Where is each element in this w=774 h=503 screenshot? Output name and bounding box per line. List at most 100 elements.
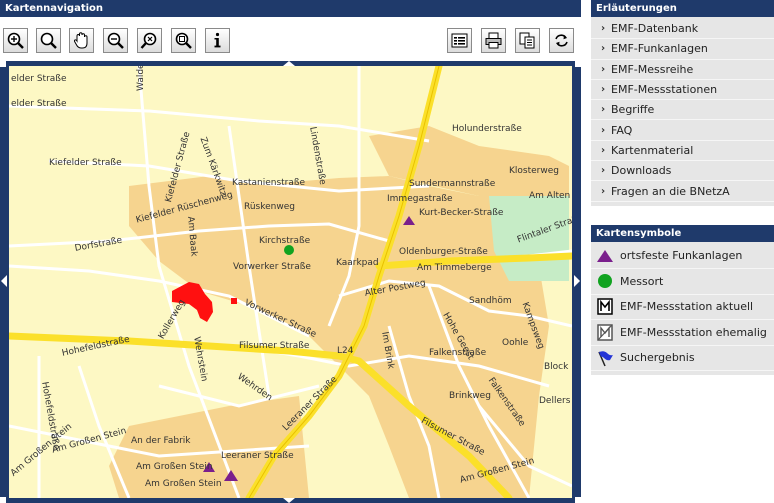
map-street-label: Am Großen Stein [145, 479, 222, 489]
nav-item-label: Kartenmaterial [611, 143, 694, 157]
chevron-right-icon: › [601, 144, 606, 156]
map-street-label: Brinkweg [449, 391, 491, 401]
nav-item-begriffe[interactable]: › Begriffe [591, 100, 774, 121]
legend-label: Suchergebnis [620, 351, 695, 365]
refresh-icon [555, 34, 568, 47]
pan-east-arrow[interactable] [574, 275, 580, 287]
legend-icon [451, 33, 468, 48]
map-street-label: Dellers [539, 396, 571, 406]
nav-item-fragen[interactable]: › Fragen an die BNetzA [591, 181, 774, 202]
map-street-label: Kaarkpad [336, 258, 379, 268]
copy-icon [519, 32, 535, 49]
legend-label: ortsfeste Funkanlagen [620, 249, 743, 263]
chevron-right-icon: › [601, 124, 606, 136]
pan-northwest-corner[interactable] [0, 61, 6, 67]
nav-item-emf-datenbank[interactable]: › EMF-Datenbank [591, 19, 774, 40]
map-street-label: Kirchstraße [259, 236, 311, 246]
nav-item-label: EMF-Datenbank [611, 22, 699, 36]
chevron-right-icon: › [601, 185, 606, 197]
pan-south-arrow[interactable] [283, 498, 295, 503]
map-navigation-panel: Kartennavigation elder Straße elder Stra… [0, 0, 581, 503]
nav-item-label: Begriffe [611, 103, 655, 117]
erlaeuterungen-title: Erläuterungen [591, 0, 774, 17]
map-street-label: Leeraner Straße [221, 451, 294, 461]
print-icon [485, 32, 502, 49]
nav-item-label: Fragen an die BNetzA [611, 184, 730, 198]
zoom-reset-icon [140, 32, 157, 49]
map-street-label: Holunderstraße [452, 124, 522, 134]
nav-item-label: EMF-Funkanlagen [611, 42, 708, 56]
chevron-right-icon: › [601, 165, 606, 177]
map-street-label: Filsumer Straße [239, 341, 310, 351]
zoom-full-button[interactable] [171, 28, 196, 53]
pan-northeast-corner[interactable] [575, 61, 581, 67]
nav-item-label: FAQ [611, 123, 633, 137]
copy-button[interactable] [515, 28, 540, 53]
map-frame: elder Straße elder Straße Waldenweg Kief… [0, 61, 581, 503]
pan-southwest-corner[interactable] [0, 497, 6, 503]
zoom-out-button[interactable] [103, 28, 128, 53]
legend-item-station-aktuell: EMF-Messstation aktuell [591, 295, 774, 321]
pan-southeast-corner[interactable] [575, 497, 581, 503]
kartensymbole-list: ortsfeste Funkanlagen Messort EMF-Messst… [591, 241, 774, 376]
station-former-icon [595, 323, 615, 341]
map-street-label: Kiefelder Straße [49, 158, 122, 168]
zoom-reset-button[interactable] [137, 28, 162, 53]
map-street-label: Immegastraße [387, 194, 453, 204]
pan-button[interactable] [69, 28, 94, 53]
nav-item-emf-messstationen[interactable]: › EMF-Messstationen [591, 80, 774, 101]
legend-button[interactable] [447, 28, 472, 53]
map-street-label: Oldenburger-Straße [399, 247, 488, 257]
map-street-label: Oohle [502, 338, 529, 348]
nav-item-faq[interactable]: › FAQ [591, 120, 774, 141]
zoom-box-button[interactable] [36, 28, 61, 53]
map-street-label: elder Straße [11, 99, 67, 109]
nav-item-label: Downloads [611, 164, 672, 178]
panel-title: Kartennavigation [0, 0, 581, 17]
map-street-label: Am Timmeberge [417, 263, 492, 273]
chevron-right-icon: › [601, 84, 606, 96]
nav-item-kartenmaterial[interactable]: › Kartenmaterial [591, 141, 774, 162]
map-street-label: Am Großen Stein [136, 462, 213, 472]
pan-hand-icon [73, 32, 88, 49]
legend-item-station-ehemalig: EMF-Messstation ehemalig [591, 320, 774, 346]
map-street-label: elder Straße [11, 74, 67, 84]
zoom-out-icon [107, 32, 124, 49]
map-street-label: Kastanienstraße [232, 178, 306, 188]
map-street-label: Am Alten [529, 191, 571, 201]
zoom-in-button[interactable] [3, 28, 28, 53]
chevron-right-icon: › [601, 43, 606, 55]
legend-item-messort: Messort [591, 269, 774, 295]
legend-label: EMF-Messstation aktuell [620, 300, 754, 314]
nav-item-label: EMF-Messstationen [611, 83, 718, 97]
refresh-button[interactable] [549, 28, 574, 53]
nav-item-emf-messreihe[interactable]: › EMF-Messreihe [591, 60, 774, 80]
chevron-right-icon: › [601, 63, 606, 75]
green-dot-icon [595, 272, 615, 290]
nav-item-downloads[interactable]: › Downloads [591, 161, 774, 182]
map-street-label: Block [544, 362, 569, 372]
nav-item-label: EMF-Messreihe [611, 62, 694, 76]
map-street-label: An der Fabrik [131, 436, 191, 446]
kartensymbole-title: Kartensymbole [591, 224, 774, 242]
print-button[interactable] [481, 28, 506, 53]
map-street-label: Klosterweg [509, 166, 559, 176]
nav-item-emf-funkanlagen[interactable]: › EMF-Funkanlagen [591, 39, 774, 60]
map-street-label: L24 [337, 346, 354, 356]
sidebar: Erläuterungen › EMF-Datenbank › EMF-Funkan… [591, 0, 774, 503]
map-canvas[interactable]: elder Straße elder Straße Waldenweg Kief… [9, 66, 572, 498]
legend-label: EMF-Messstation ehemalig [620, 325, 767, 339]
info-button[interactable] [205, 28, 230, 53]
map-street-label: Sundermannstraße [409, 179, 496, 189]
map-street-label: Falkenstraße [429, 348, 487, 358]
erlaeuterungen-list: › EMF-Datenbank › EMF-Funkanlagen › EMF-Mes… [591, 17, 774, 206]
map-street-label: Sandhöm [469, 296, 512, 306]
info-icon [214, 32, 221, 48]
pan-west-arrow[interactable] [1, 275, 7, 287]
map-street-label: Waldenweg [136, 66, 147, 91]
zoom-in-icon [7, 32, 24, 49]
purple-triangle-icon [595, 247, 615, 265]
map-street-label: Vorwerker Straße [233, 262, 311, 272]
blue-flag-icon [595, 349, 615, 367]
